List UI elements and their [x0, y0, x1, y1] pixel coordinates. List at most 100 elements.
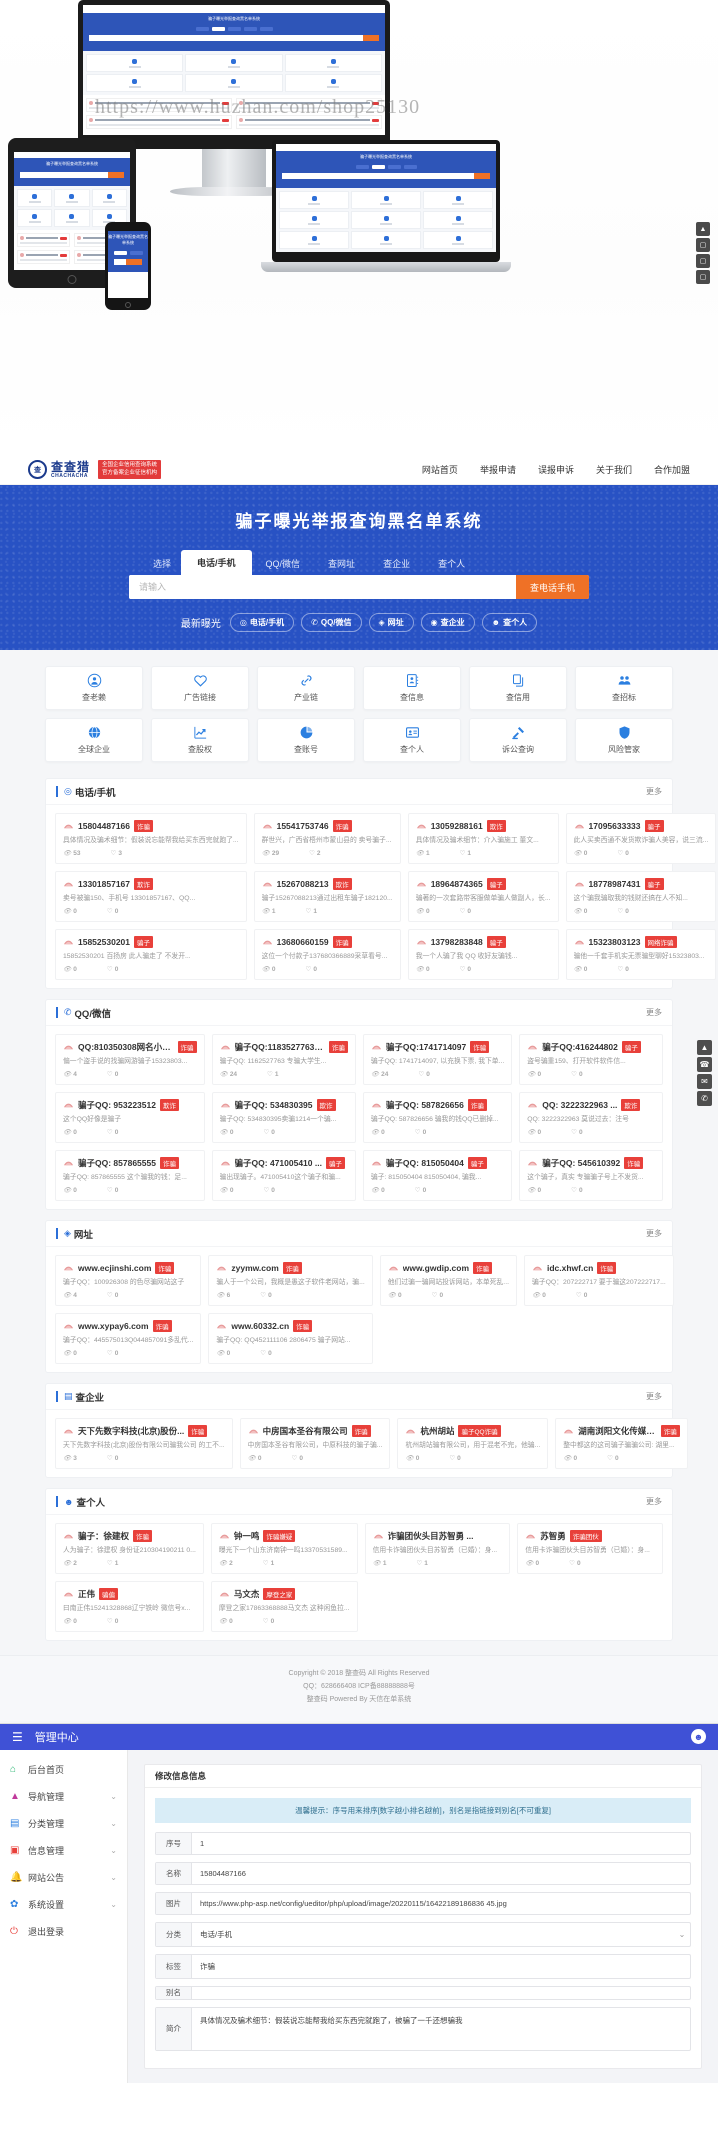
report-card[interactable]: zyymw.com 诈骗 骗人于一个公司，我概是愚这子软件老网站，骗... 👁 6 ♡ 0: [208, 1255, 373, 1306]
admin-menu-item-7[interactable]: ⏻ 退出登录: [0, 1918, 127, 1945]
service-card-2[interactable]: 广告链接: [151, 666, 249, 710]
form-field-value[interactable]: 1: [192, 1833, 690, 1854]
nav-item-about[interactable]: 关于我们: [596, 463, 632, 476]
search-button[interactable]: 查电话手机: [515, 575, 589, 599]
report-card[interactable]: 骗子QQ: 815050404 骗子 骗子: 815050404 815050404…: [362, 1150, 513, 1201]
report-card[interactable]: 骗子QQ: 953223512 欺诈 这个QQ好像是骗子 👁 0 ♡ 0: [55, 1092, 205, 1143]
report-card[interactable]: 13301857167 欺诈 卖号被骗150、手机号 13301857167、QQ.…: [55, 871, 247, 922]
service-card-7[interactable]: 全球企业: [45, 718, 143, 762]
search-tab-person[interactable]: 查个人: [424, 552, 479, 575]
report-card[interactable]: 钟一鸣 诈骗嫌疑 曝光下一个山东济南钟一鸣13370531589... 👁 2 ♡ 1: [210, 1523, 358, 1574]
form-field-value[interactable]: 15804487166: [192, 1863, 690, 1884]
search-tab-phone[interactable]: 电话/手机: [181, 550, 252, 575]
form-field-value[interactable]: 电话/手机: [192, 1923, 674, 1946]
report-card[interactable]: 骗子QQ: 587826656 诈骗 骗子QQ: 587826656 骗我的钱QQ已…: [362, 1092, 513, 1143]
latest-chip-qq-label: QQ/微信: [320, 618, 352, 627]
report-card[interactable]: 15323803123 网络诈骗 骗他一千套手机实无票骗型聊好15323803...…: [565, 929, 717, 980]
admin-menu-item-5[interactable]: 🔔 网站公告 ⌄: [0, 1864, 127, 1891]
report-card[interactable]: 17095633333 骗子 此人买卖西通不发货欺诈骗人美容，说三流... 👁 0 ♡ 0: [565, 813, 717, 864]
search-tab-qq[interactable]: QQ/微信: [252, 552, 315, 575]
nav-item-home[interactable]: 网站首页: [422, 463, 458, 476]
report-card[interactable]: www.xypay6.com 诈骗 骗子QQ：445575013Q044857091…: [55, 1313, 202, 1364]
penguin-avatar-icon[interactable]: ☻: [691, 1729, 706, 1745]
report-card[interactable]: idc.xhwf.cn 诈骗 骗子QQ：207222717 要于骗这20722271…: [523, 1255, 674, 1306]
service-card-12[interactable]: 风险管家: [575, 718, 673, 762]
section-more-link[interactable]: 更多: [646, 1496, 662, 1507]
form-field-value[interactable]: 诈骗: [192, 1955, 690, 1978]
search-input[interactable]: [129, 575, 516, 599]
report-avatar-icon: [371, 1045, 381, 1050]
service-card-5[interactable]: 查信用: [469, 666, 567, 710]
nav-item-appeal[interactable]: 误报申诉: [538, 463, 574, 476]
service-card-1[interactable]: 查老赖: [45, 666, 143, 710]
chevron-down-icon[interactable]: ⌄: [674, 1923, 690, 1946]
report-card[interactable]: 13798283848 骗子 我一个人骗了我 QQ 收好友骗钱... 👁 0 ♡ 0: [407, 929, 559, 980]
report-card[interactable]: 骗子QQ: 857865555 诈骗 骗子QQ: 857865555 这个骗我的钱：…: [55, 1150, 205, 1201]
admin-menu-item-4[interactable]: ▣ 信息管理 ⌄: [0, 1837, 127, 1864]
form-field-value[interactable]: [192, 1987, 690, 1999]
report-card[interactable]: 正伟 骗偏 曰南正伟15241328868辽宁铁岭 微信号x... 👁 0 ♡ 0: [55, 1581, 204, 1632]
report-avatar-icon: [371, 1103, 381, 1108]
chat-widget-icon[interactable]: ✆: [697, 1091, 712, 1106]
admin-menu-item-1[interactable]: ⌂ 后台首页: [0, 1756, 127, 1783]
section-more-link[interactable]: 更多: [646, 786, 662, 797]
scroll-top-icon[interactable]: ▲: [697, 1040, 712, 1055]
report-card[interactable]: 13059288161 欺诈 具体情况及骗术细节：介入骗施工 董文... 👁 1 ♡ 1: [407, 813, 559, 864]
form-field-value[interactable]: https://www.php-asp.net/config/ueditor/p…: [192, 1893, 690, 1914]
site-logo[interactable]: 查 查查猎 CHACHACHA 全国企业信用查询系统 官方备案企业征信机构: [28, 459, 162, 480]
section-more-link[interactable]: 更多: [646, 1391, 662, 1402]
report-card[interactable]: www.gwdip.com 诈骗 他们过骗一骗网站投诉网站，本单死乱... 👁 0 ♡ 0: [379, 1255, 517, 1306]
section-more-link[interactable]: 更多: [646, 1228, 662, 1239]
report-card[interactable]: QQ: 3222322963 ... 欺诈 QQ: 3222322963 莫说过去：…: [519, 1092, 663, 1143]
service-card-6[interactable]: 查招标: [575, 666, 673, 710]
report-card[interactable]: 骗子：徐建权 诈骗 人为骗子：徐建权 身份证210304190211 0... 👁 2 ♡…: [55, 1523, 204, 1574]
phone-widget-icon[interactable]: ☎: [697, 1057, 712, 1072]
report-card[interactable]: 天下先数字科技(北京)股份... 诈骗 天下先数字科技(北京)股份有限公司骗我公司 …: [55, 1418, 233, 1469]
report-card[interactable]: 骗子QQ: 534830395 欺诈 骗子QQ: 534830395卖骗1214一个…: [211, 1092, 356, 1143]
report-card[interactable]: 18778987431 骗子 这个骗我骗取我的钱财还搞在人不知... 👁 0 ♡ 0: [565, 871, 717, 922]
report-card[interactable]: 骗子QQ:1741714097 诈骗 骗子QQ: 1741714097, 以充换下票…: [362, 1034, 513, 1085]
report-card[interactable]: 马文杰 摩登之家 摩登之家17863368888马文杰 这种闲鱼拉... 👁 0 ♡ 0: [210, 1581, 358, 1632]
latest-chip-website[interactable]: ◈ 网址: [368, 613, 414, 632]
form-field-value[interactable]: 具体情况及骗术细节：假装说忘能帮我给买东西完就跑了，被骗了一千还想骗我: [192, 2008, 690, 2050]
latest-chip-company[interactable]: ◉ 查企业: [420, 613, 475, 632]
report-card[interactable]: www.ecjinshi.com 诈骗 骗子QQ：100926308 的色尽骗网站这…: [55, 1255, 202, 1306]
report-card[interactable]: 15804487166 诈骗 具体情况及骗术细节：假装说忘能帮我给买东西完就跑了..…: [55, 813, 247, 864]
latest-chip-phone[interactable]: ◎ 电话/手机: [229, 613, 295, 632]
service-card-11[interactable]: 诉公查询: [469, 718, 567, 762]
report-card[interactable]: 骗子QQ: 545610392 诈骗 这个骗子，真实 专骗骗子号上不发货... 👁 0 ♡…: [519, 1150, 663, 1201]
nav-item-partner[interactable]: 合作加盟: [654, 463, 690, 476]
service-card-4[interactable]: 查信息: [363, 666, 461, 710]
section-more-link[interactable]: 更多: [646, 1007, 662, 1018]
report-card[interactable]: 苏智勇 诈骗团伙 信用卡诈骗团伙头目苏智勇（已婚）：身... 👁 0 ♡ 0: [517, 1523, 663, 1574]
search-tab-company[interactable]: 查企业: [369, 552, 424, 575]
report-card[interactable]: 骗子QQ:416244802 骗子 盗号骗重159、打开软件软件信... 👁 0 ♡ 0: [519, 1034, 663, 1085]
report-card[interactable]: 诈骗团伙头目苏智勇 ... 信用卡诈骗团伙头目苏智勇（已婚）：身... 👁 1 ♡ 1: [364, 1523, 511, 1574]
service-card-10[interactable]: 查个人: [363, 718, 461, 762]
report-card[interactable]: 湖南浏阳文化传媒公司 诈骗 整中都这的这司骗子骗骗公司: 湖里... 👁 0 ♡ 0: [555, 1418, 688, 1469]
report-card[interactable]: 18964874365 骗子 骗著的一次套路带客服做单骗人做副人，长... 👁 0 ♡ 0: [407, 871, 559, 922]
admin-menu-item-6[interactable]: ✿ 系统设置 ⌄: [0, 1891, 127, 1918]
service-card-3[interactable]: 产业链: [257, 666, 355, 710]
report-card[interactable]: 15541753746 诈骗 群世兴，广西省梧州市蒙山县的 卖号骗子... 👁 29 ♡ 2: [253, 813, 401, 864]
latest-chip-qq[interactable]: ✆ QQ/微信: [301, 613, 362, 632]
admin-menu-item-3[interactable]: ▤ 分类管理 ⌄: [0, 1810, 127, 1837]
admin-body: ⌂ 后台首页 ▲ 导航管理 ⌄ ▤ 分类管理 ⌄ ▣ 信息管理 ⌄ 🔔 网站公告 ⌄ ✿ 系统设置 ⌄ ⏻ 退出登录…: [0, 1749, 718, 2083]
report-card[interactable]: 骗子QQ:1183527763骗子 诈骗 骗子QQ: 1162527763 专骗大学…: [211, 1034, 356, 1085]
report-card[interactable]: www.60332.cn 诈骗 骗子QQ: QQ452111106 2806475 …: [208, 1313, 373, 1364]
message-widget-icon[interactable]: ✉: [697, 1074, 712, 1089]
report-card[interactable]: 13680660159 诈骗 这位一个付款子137680366889采草看号... 👁…: [253, 929, 401, 980]
nav-item-report[interactable]: 举报申请: [480, 463, 516, 476]
search-tab-website[interactable]: 查网址: [314, 552, 369, 575]
service-card-8[interactable]: 查股权: [151, 718, 249, 762]
report-card[interactable]: 骗子QQ: 471005410 ... 骗子 骗出现骗子。471005410这个骗子…: [211, 1150, 356, 1201]
report-card[interactable]: 中房国本圣谷有限公司 诈骗 中房国本圣谷有限公司，中原科技的骗子骗... 👁 0 ♡ 0: [239, 1418, 391, 1469]
latest-chip-person[interactable]: ☻ 查个人: [481, 613, 538, 632]
admin-menu-item-2[interactable]: ▲ 导航管理 ⌄: [0, 1783, 127, 1810]
report-card[interactable]: QQ:810350308网名小范 ... 诈骗 偏一个盗手说的找骗网游骗子15323…: [55, 1034, 205, 1085]
report-card[interactable]: 杭州胡站 骗子QQ诈骗 杭州胡站骗有限公司，用于混老不完，他骗... 👁 0 ♡ 0: [397, 1418, 549, 1469]
hamburger-icon[interactable]: ☰: [12, 1730, 23, 1744]
service-card-9[interactable]: 查账号: [257, 718, 355, 762]
report-card[interactable]: 15267088213 欺诈 骗子15267088213通过出租车骗子182120.…: [253, 871, 401, 922]
report-card[interactable]: 15852530201 骗子 15852530201 百扬房 此人骗走了 不发开..…: [55, 929, 247, 980]
